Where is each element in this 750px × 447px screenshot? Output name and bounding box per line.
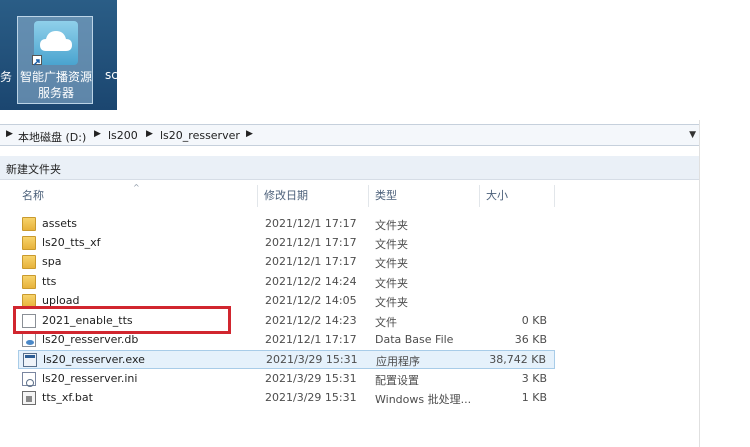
file-size: 3 KB (521, 372, 547, 385)
file-type: 文件夹 (375, 238, 408, 251)
file-date: 2021/12/1 17:17 (265, 236, 357, 249)
file-date: 2021/3/29 15:31 (265, 391, 357, 404)
file-type: 文件夹 (375, 296, 408, 309)
window-edge (699, 120, 700, 447)
address-bar[interactable]: ▶ 本地磁盘 (D:) ▶ ls200 ▶ ls20_resserver ▶ ▼ (0, 124, 700, 146)
folder-icon (22, 275, 36, 289)
file-type: Data Base File (375, 333, 454, 346)
shortcut-arrow-icon (32, 55, 42, 66)
folder-icon (22, 236, 36, 250)
file-date: 2021/12/2 14:23 (265, 314, 357, 327)
shortcut-label: 智能广播资源 服务器 (19, 70, 92, 100)
file-name: spa (42, 255, 62, 268)
file-name: ls20_tts_xf (42, 236, 101, 249)
file-type: 配置设置 (375, 374, 419, 387)
file-name: ls20_resserver.db (42, 333, 139, 346)
file-size: 0 KB (521, 314, 547, 327)
column-header: 名称 ^ 修改日期 类型 大小 (0, 183, 555, 207)
file-date: 2021/12/1 17:17 (265, 217, 357, 230)
file-type: Windows 批处理... (375, 393, 472, 406)
breadcrumb-separator[interactable]: ▶ (6, 129, 13, 139)
desktop-area: 务 智能广播资源 服务器 sc (0, 0, 117, 110)
new-folder-button[interactable]: 新建文件夹 (6, 161, 61, 177)
file-type: 文件夹 (375, 277, 408, 290)
file-row[interactable]: tts_xf.bat 2021/3/29 15:31 Windows 批处理..… (18, 389, 555, 408)
file-date: 2021/3/29 15:31 (265, 372, 357, 385)
file-type: 文件 (375, 316, 397, 329)
file-row-selected[interactable]: ls20_resserver.exe 2021/3/29 15:31 应用程序 … (18, 350, 555, 369)
file-size: 1 KB (521, 391, 547, 404)
file-name: ls20_resserver.exe (43, 353, 145, 366)
file-name: assets (42, 217, 78, 230)
file-name: tts_xf.bat (42, 391, 93, 404)
column-date[interactable]: 修改日期 (258, 185, 369, 207)
desktop-shortcut-resource-server[interactable]: 智能广播资源 服务器 (17, 16, 93, 104)
file-row[interactable]: ls20_resserver.ini 2021/3/29 15:31 配置设置 … (18, 370, 555, 389)
file-type: 文件夹 (375, 257, 408, 270)
file-date: 2021/3/29 15:31 (266, 353, 358, 366)
folder-icon (22, 255, 36, 269)
file-size: 36 KB (514, 333, 547, 346)
breadcrumb-ls20-resserver[interactable]: ls20_resserver (160, 129, 240, 142)
breadcrumb-drive[interactable]: 本地磁盘 (D:) (18, 129, 86, 145)
bat-icon (22, 391, 36, 405)
column-type[interactable]: 类型 (369, 185, 480, 207)
file-name: tts (42, 275, 57, 288)
file-type: 文件夹 (375, 219, 408, 232)
file-date: 2021/12/2 14:05 (265, 294, 357, 307)
file-date: 2021/12/1 17:17 (265, 255, 357, 268)
exe-icon (23, 353, 37, 367)
file-row[interactable]: assets 2021/12/1 17:17 文件夹 (18, 215, 555, 234)
file-date: 2021/12/2 14:24 (265, 275, 357, 288)
file-row[interactable]: spa 2021/12/1 17:17 文件夹 (18, 253, 555, 272)
file-row[interactable]: ls20_tts_xf 2021/12/1 17:17 文件夹 (18, 234, 555, 253)
column-size[interactable]: 大小 (480, 185, 555, 207)
annotation-highlight-box (13, 306, 231, 334)
folder-icon (22, 217, 36, 231)
desktop-partial-label: 务 (0, 70, 13, 84)
file-size: 38,742 KB (489, 353, 546, 366)
breadcrumb-separator[interactable]: ▶ (94, 129, 101, 139)
sort-arrow-icon: ^ (133, 183, 140, 192)
file-type: 应用程序 (376, 355, 420, 368)
address-dropdown-icon[interactable]: ▼ (689, 130, 696, 140)
file-date: 2021/12/1 17:17 (265, 333, 357, 346)
breadcrumb-separator[interactable]: ▶ (246, 129, 253, 139)
breadcrumb-separator[interactable]: ▶ (146, 129, 153, 139)
desktop-partial-label-right: sc (105, 68, 117, 82)
file-name: ls20_resserver.ini (42, 372, 138, 385)
ini-icon (22, 372, 36, 387)
file-row[interactable]: tts 2021/12/2 14:24 文件夹 (18, 273, 555, 292)
breadcrumb-ls200[interactable]: ls200 (108, 129, 138, 142)
toolbar: 新建文件夹 (0, 156, 700, 180)
db-file-icon (22, 333, 36, 347)
